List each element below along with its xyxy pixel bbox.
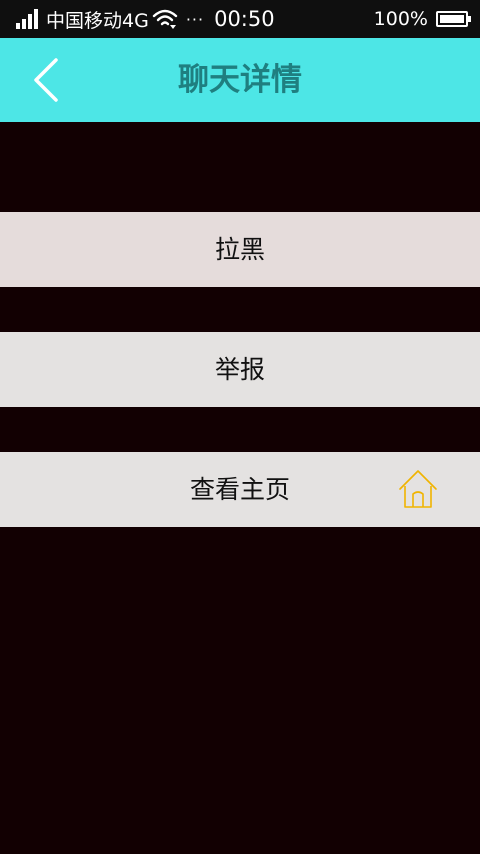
status-right: 100% (373, 0, 471, 38)
status-left: 中国移动4G ··· 00:50 (16, 0, 275, 38)
home-icon (399, 470, 437, 508)
report-button[interactable]: 举报 (0, 332, 480, 407)
status-bar: 中国移动4G ··· 00:50 100% (0, 0, 480, 38)
battery-icon (436, 11, 471, 27)
battery-fill (440, 15, 464, 23)
block-label: 拉黑 (214, 235, 265, 264)
battery-percentage: 100% (373, 8, 428, 30)
chevron-left-icon (34, 58, 58, 102)
view-homepage-button[interactable]: 查看主页 (0, 452, 480, 527)
page-title: 聊天详情 (178, 62, 302, 98)
carrier-label: 中国移动4G (46, 9, 149, 32)
header-bar: 聊天详情 (0, 38, 480, 122)
wifi-icon (152, 9, 178, 29)
block-button[interactable]: 拉黑 (0, 212, 480, 287)
clock-time: 00:50 (214, 7, 275, 31)
more-dots: ··· (185, 9, 205, 29)
report-label: 举报 (214, 355, 265, 384)
signal-icon (16, 9, 40, 29)
view-homepage-label: 查看主页 (189, 475, 290, 504)
back-button[interactable] (22, 52, 72, 108)
